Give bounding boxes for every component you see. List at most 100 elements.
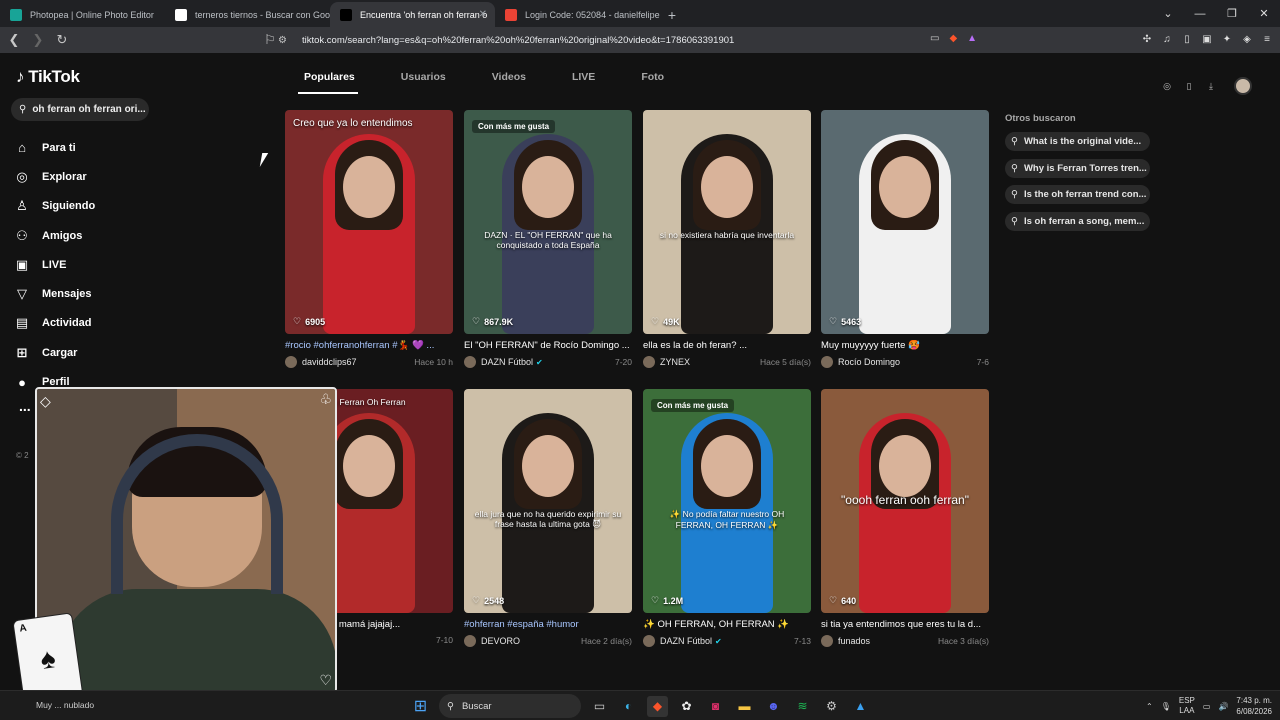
- user-avatar[interactable]: [821, 356, 833, 368]
- minimize-icon[interactable]: —: [1184, 0, 1216, 27]
- video-card[interactable]: Con más me gusta DAZN · EL "OH FERRAN" qu…: [464, 110, 632, 368]
- video-thumbnail[interactable]: si no existiera habría que inventarla ♡ 49…: [643, 110, 811, 334]
- username[interactable]: DAZN Fútbol: [481, 357, 533, 367]
- browser-tab[interactable]: terneros tiernos - Buscar con Google: [165, 2, 330, 27]
- microphone-icon[interactable]: 🎙: [1161, 702, 1171, 711]
- discord-icon[interactable]: ☻: [763, 696, 784, 717]
- video-card[interactable]: si no existiera habría que inventarla ♡ 49…: [643, 110, 811, 368]
- video-thumbnail[interactable]: Con más me gusta DAZN · EL "OH FERRAN" qu…: [464, 110, 632, 334]
- user-avatar[interactable]: [643, 356, 655, 368]
- user-avatar[interactable]: [1234, 77, 1252, 95]
- video-caption[interactable]: Muy muyyyyy fuerte 🥵: [821, 340, 989, 351]
- site-info-icon[interactable]: ⚙: [278, 35, 292, 46]
- user-avatar[interactable]: [285, 356, 297, 368]
- wallet-icon[interactable]: ▣: [1200, 32, 1214, 46]
- edge-icon[interactable]: ◐: [618, 696, 639, 717]
- forward-icon[interactable]: ❯: [28, 30, 48, 50]
- tab-close-icon[interactable]: ✕: [479, 9, 487, 20]
- volume-icon[interactable]: 🔊: [1218, 702, 1228, 711]
- username[interactable]: daviddclips67: [302, 357, 357, 367]
- user-avatar[interactable]: [643, 635, 655, 647]
- brave-shield-icon[interactable]: ◆: [949, 33, 957, 44]
- task-view-icon[interactable]: ▭: [589, 696, 610, 717]
- maximize-icon[interactable]: ❐: [1216, 0, 1248, 27]
- sidebar-item-siguiendo[interactable]: ♙ Siguiendo: [14, 192, 95, 221]
- weather-widget[interactable]: Muy ... nublado: [36, 700, 94, 710]
- video-card[interactable]: ♡ 5463 Muy muyyyyy fuerte 🥵 Rocío Domingo 7-…: [821, 110, 989, 368]
- new-tab-button[interactable]: +: [660, 2, 684, 27]
- video-card[interactable]: "oooh ferran ooh ferran" ♡ 640 si tia ya en…: [821, 389, 989, 647]
- tab-search-icon[interactable]: ⌄: [1152, 0, 1184, 27]
- vpn-icon[interactable]: ◈: [1240, 32, 1254, 46]
- address-bar[interactable]: ⚙ tiktok.com/search?lang=es&q=oh%20ferra…: [278, 29, 998, 51]
- download-icon[interactable]: ⤓: [1204, 79, 1218, 93]
- tab-videos[interactable]: Videos: [492, 71, 526, 83]
- user-avatar[interactable]: [464, 356, 476, 368]
- extensions-icon[interactable]: ✣: [1140, 32, 1154, 46]
- video-caption[interactable]: El "OH FERRAN" de Rocío Domingo ...: [464, 340, 632, 351]
- instagram-icon[interactable]: ◙: [705, 696, 726, 717]
- steam-icon[interactable]: ⚙: [821, 696, 842, 717]
- leo-icon[interactable]: ✦: [1220, 32, 1234, 46]
- cast-icon[interactable]: ▭: [930, 33, 939, 44]
- video-caption[interactable]: ✨ OH FERRAN, OH FERRAN ✨: [643, 619, 811, 630]
- rewards-icon[interactable]: ▲: [967, 33, 977, 44]
- video-thumbnail[interactable]: Creo que ya lo entendimos ♡ 6905: [285, 110, 453, 334]
- sidebar-item-amigos[interactable]: ⚇ Amigos: [14, 221, 95, 250]
- video-thumbnail[interactable]: ♡ 5463: [821, 110, 989, 334]
- sidebar-item-actividad[interactable]: ▤ Actividad: [14, 309, 95, 338]
- coins-icon[interactable]: ◎: [1160, 79, 1174, 93]
- sidebar-item-explorar[interactable]: ◎ Explorar: [14, 162, 95, 191]
- related-search-pill[interactable]: ⚲ Is oh ferran a song, mem...: [1005, 211, 1150, 231]
- sidebar-item-para-ti[interactable]: ⌂ Para ti: [14, 133, 95, 162]
- video-thumbnail[interactable]: "oooh ferran ooh ferran" ♡ 640: [821, 389, 989, 613]
- clock[interactable]: 7:43 p. m. 6/08/2026: [1236, 695, 1272, 717]
- video-caption[interactable]: si tia ya entendimos que eres tu la d...: [821, 619, 989, 630]
- user-avatar[interactable]: [821, 635, 833, 647]
- username[interactable]: Rocío Domingo: [838, 357, 900, 367]
- sidebar-toggle-icon[interactable]: ▯: [1180, 32, 1194, 46]
- tab-live[interactable]: LIVE: [572, 71, 595, 83]
- tab-populares[interactable]: Populares: [304, 71, 355, 83]
- tab-usuarios[interactable]: Usuarios: [401, 71, 446, 83]
- taskbar-search[interactable]: ⚲ Buscar: [439, 694, 581, 718]
- video-card[interactable]: Creo que ya lo entendimos ♡ 6905 #rocio #oh…: [285, 110, 453, 368]
- windows-start-icon[interactable]: ⊞: [410, 696, 431, 717]
- tiktok-logo[interactable]: ♪ TikTok: [16, 67, 80, 87]
- menu-icon[interactable]: ≡: [1260, 32, 1274, 46]
- username[interactable]: funados: [838, 636, 870, 646]
- tab-foto[interactable]: Foto: [641, 71, 664, 83]
- browser-tab[interactable]: Encuentra 'oh ferran oh ferran o ✕: [330, 2, 495, 27]
- more-button[interactable]: ...: [19, 398, 31, 414]
- video-caption[interactable]: #ohferran #españa #humor: [464, 619, 632, 630]
- video-thumbnail[interactable]: ella jura que no ha querido expirimir su…: [464, 389, 632, 613]
- username[interactable]: DAZN Fútbol: [660, 636, 712, 646]
- reload-icon[interactable]: ↻: [52, 30, 72, 50]
- related-search-pill[interactable]: ⚲ What is the original vide...: [1005, 132, 1150, 151]
- spotify-icon[interactable]: ≋: [792, 696, 813, 717]
- sidebar-item-cargar[interactable]: ⊞ Cargar: [14, 338, 95, 367]
- browser-tab[interactable]: Login Code: 052084 - danielfelipega: [495, 2, 660, 27]
- bookmark-icon[interactable]: ⚐: [260, 30, 280, 50]
- device-icon[interactable]: ▯: [1182, 79, 1196, 93]
- sidebar-item-mensajes[interactable]: ▽ Mensajes: [14, 279, 95, 308]
- back-icon[interactable]: ❮: [4, 30, 24, 50]
- file-explorer-icon[interactable]: ▬: [734, 696, 755, 717]
- tray-chevron-icon[interactable]: ⌃: [1146, 702, 1153, 711]
- search-input[interactable]: ⚲ oh ferran oh ferran ori...: [11, 98, 149, 121]
- username[interactable]: ZYNEX: [660, 357, 690, 367]
- video-card[interactable]: ella jura que no ha querido expirimir su…: [464, 389, 632, 647]
- photo-app-icon[interactable]: ▲: [850, 696, 871, 717]
- video-caption[interactable]: ella es la de oh feran? ...: [643, 340, 811, 351]
- related-search-pill[interactable]: ⚲ Is the oh ferran trend con...: [1005, 185, 1150, 205]
- brave-icon[interactable]: ◆: [647, 695, 668, 717]
- close-window-icon[interactable]: ✕: [1248, 0, 1280, 27]
- browser-tab[interactable]: Photopea | Online Photo Editor: [0, 2, 165, 27]
- network-icon[interactable]: ▭: [1203, 702, 1211, 711]
- chatgpt-icon[interactable]: ✿: [676, 696, 697, 717]
- username[interactable]: DEVORO: [481, 636, 520, 646]
- video-card[interactable]: Con más me gusta ✨ No podía faltar nuestr…: [643, 389, 811, 647]
- video-caption[interactable]: #rocio #ohferranohferran #💃 💜 ...: [285, 340, 453, 351]
- sidebar-item-live[interactable]: ▣ LIVE: [14, 250, 95, 279]
- language-indicator[interactable]: ESP LAA: [1179, 696, 1195, 716]
